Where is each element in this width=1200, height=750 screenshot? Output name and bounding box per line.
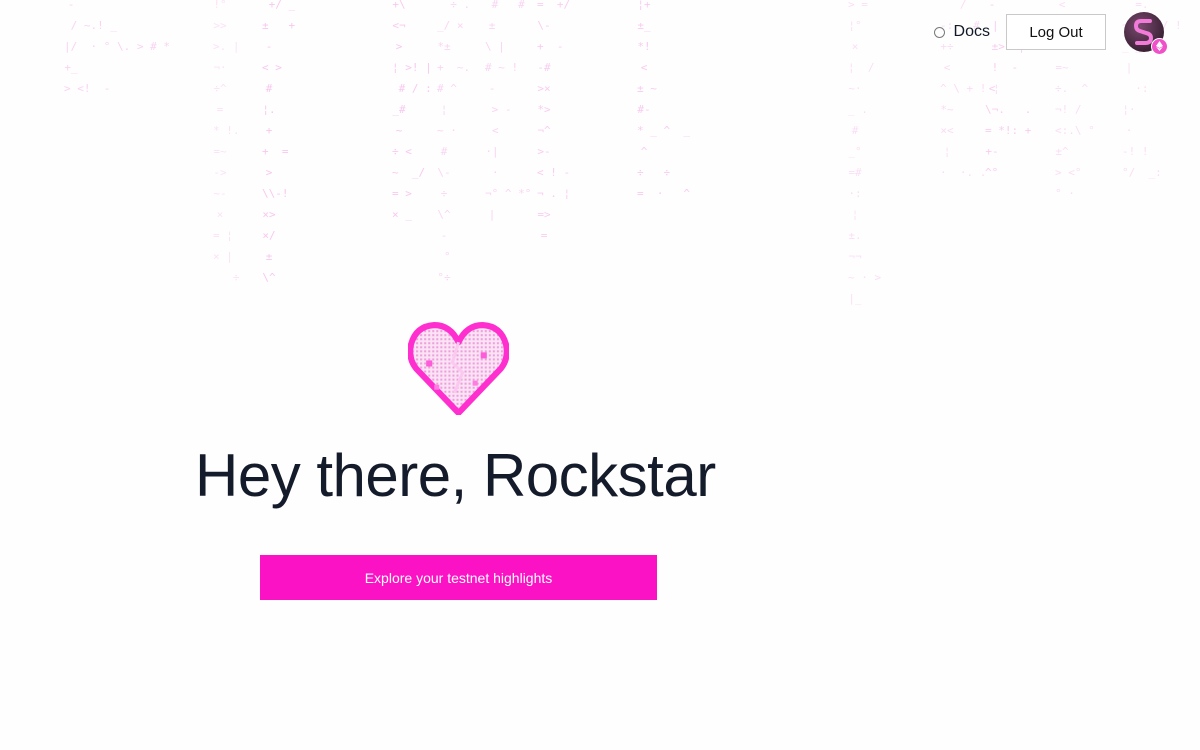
docs-label: Docs	[953, 23, 990, 40]
glyph-column: > =¦°×¦ /~·_ .#_°=#·:¦±.¬¬~ · >|_	[848, 0, 882, 305]
page: - / ~.! _|/ · ° \. > # *+_> <! - !°>>>. |…	[0, 0, 1200, 750]
glyph-column: = +/\-+ --#>×*>¬^>-< ! -¬ . ¦=>=	[537, 0, 571, 242]
pixel-heart-icon	[408, 322, 509, 415]
background-glyph-rain: - / ~.! _|/ · ° \. > # *+_> <! - !°>>>. |…	[0, 0, 1200, 750]
avatar-badge	[1151, 38, 1168, 55]
glyph-column: ¦+±_*!<± ~#-* _ ^ _^÷ ÷= · ^	[637, 0, 690, 200]
avatar[interactable]	[1124, 12, 1168, 55]
explore-highlights-button[interactable]: Explore your testnet highlights	[260, 555, 657, 600]
glyph-column: !°>>>. |¬·÷^=* !.=~->~-×= ¦× | ÷	[213, 0, 240, 284]
glyph-column: +/ _± +-< >#¦.++ =>\\-!×>×/±\^	[262, 0, 296, 284]
logout-button[interactable]: Log Out	[1006, 14, 1106, 50]
circle-icon	[933, 26, 945, 38]
docs-link[interactable]: Docs	[933, 23, 990, 41]
glyph-column: - / ~.! _|/ · ° \. > # *+_> <! -	[64, 0, 170, 95]
glyph-column: ÷ ._/ ×*±+ ~.# ^¦~ ·#\-÷\^- °°÷	[437, 0, 471, 284]
glyph-column: +\<¬>¦ >! | # / :_#~÷ <~ _/= >× _	[392, 0, 432, 221]
glyph-column: # #±\ |# ~ !- > - <·| ·¬° ^ *°|	[485, 0, 532, 221]
hero-title: Hey there, Rockstar	[195, 442, 716, 509]
ethereum-icon	[1156, 41, 1163, 51]
top-nav: Docs Log Out	[933, 12, 1168, 55]
